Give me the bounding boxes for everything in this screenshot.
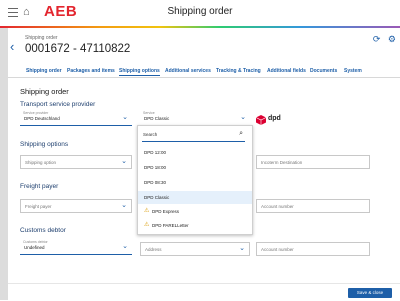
dropdown-option-dpd-1800[interactable]: DPD 18:00 — [138, 161, 252, 174]
freight-payer-placeholder: Freight payer — [25, 204, 52, 209]
tab-system[interactable]: System — [344, 68, 362, 74]
top-bar: ⌂ AEB Shipping order — [0, 0, 400, 27]
page-title: Shipping order — [167, 6, 233, 17]
tab-packages-and-items[interactable]: Packages and items — [67, 68, 115, 74]
sidebar-strip — [0, 28, 8, 300]
option-label: DPD PARELLetter — [152, 223, 189, 228]
section-title: Shipping order — [20, 87, 69, 96]
chevron-down-icon: ⌄ — [121, 202, 127, 209]
customs-debtor-title: Customs debtor — [20, 227, 66, 234]
dropdown-option-dpd-classic[interactable]: DPD Classic — [138, 191, 252, 204]
freight-payer-select[interactable]: Freight payer ⌄ — [20, 199, 132, 213]
dropdown-option-dpd-parelletter[interactable]: ⚠ DPD PARELLetter — [138, 219, 252, 232]
chevron-down-icon: ⌄ — [122, 243, 128, 250]
incoterm-placeholder: Incoterm Destination — [261, 160, 303, 165]
back-chevron-icon[interactable]: ‹ — [10, 39, 14, 54]
save-and-close-button[interactable]: Save & close — [348, 288, 392, 298]
chevron-down-icon: ⌄ — [122, 114, 128, 121]
service-label: Service — [143, 111, 155, 115]
option-label: DPD Express — [152, 209, 180, 214]
service-select[interactable]: Service DPD Classic ⌄ — [140, 111, 250, 126]
footer-bar: Save & close — [8, 283, 400, 301]
freight-account-placeholder: Account number — [261, 204, 294, 209]
service-dropdown: Search ⌕ DPD 12:00 DPD 18:00 DPD 08:30 D… — [137, 125, 253, 235]
service-provider-select[interactable]: Service provider DPD Deutschland ⌄ — [20, 111, 132, 126]
search-placeholder: Search — [143, 132, 158, 137]
dropdown-search-input[interactable]: Search ⌕ — [142, 130, 245, 142]
option-label: DPD 08:30 — [144, 180, 167, 185]
chevron-down-icon: ⌄ — [240, 114, 246, 121]
order-label: Shipping order — [25, 35, 58, 41]
address-placeholder: Address — [145, 247, 162, 252]
warning-icon: ⚠ — [144, 222, 150, 228]
customs-debtor-select[interactable]: Customs debtor Undefined ⌄ — [20, 240, 132, 255]
customs-debtor-label: Customs debtor — [23, 240, 48, 244]
tab-tracking-tracing[interactable]: Tracking & Tracing — [216, 68, 261, 74]
dropdown-option-dpd-1200[interactable]: DPD 12:00 — [138, 146, 252, 159]
option-label: DPD 12:00 — [144, 150, 167, 155]
order-header: ‹ Shipping order 0001672 - 47110822 ⟳ ⚙ — [8, 28, 400, 68]
tab-additional-fields[interactable]: Additional fields — [267, 68, 306, 74]
customs-account-placeholder: Account number — [261, 247, 294, 252]
chevron-down-icon: ⌄ — [239, 245, 245, 252]
settings-icon[interactable]: ⚙ — [388, 34, 396, 44]
customs-debtor-value: Undefined — [24, 245, 45, 250]
address-select[interactable]: Address ⌄ — [140, 242, 250, 256]
freight-account-number-field[interactable]: Account number — [256, 199, 370, 213]
tab-documents[interactable]: Documents — [310, 68, 337, 74]
tab-shipping-options[interactable]: Shipping options — [119, 68, 160, 76]
warning-icon: ⚠ — [144, 208, 150, 214]
dpd-brand-text: dpd — [268, 115, 281, 122]
transport-provider-title: Transport service provider — [20, 101, 96, 108]
freight-payer-title: Freight payer — [20, 183, 59, 190]
shipping-option-placeholder: Shipping option — [25, 160, 57, 165]
service-provider-value: DPD Deutschland — [24, 116, 60, 121]
dpd-cube-icon — [256, 115, 266, 125]
tab-bar: Shipping order Packages and items Shippi… — [8, 66, 400, 78]
tab-shipping-order[interactable]: Shipping order — [26, 68, 62, 74]
order-number: 0001672 - 47110822 — [25, 43, 131, 55]
option-label: DPD 18:00 — [144, 165, 167, 170]
dropdown-option-dpd-0830[interactable]: DPD 08:30 — [138, 176, 252, 189]
tab-additional-services[interactable]: Additional services — [165, 68, 211, 74]
option-label: DPD Classic — [144, 195, 170, 200]
chevron-down-icon: ⌄ — [121, 158, 127, 165]
search-icon[interactable]: ⌕ — [239, 130, 243, 138]
dropdown-option-dpd-express[interactable]: ⚠ DPD Express — [138, 205, 252, 218]
service-value: DPD Classic — [144, 116, 170, 121]
customs-account-number-field[interactable]: Account number — [256, 242, 370, 256]
incoterm-destination-field[interactable]: Incoterm Destination — [256, 155, 370, 169]
shipping-option-select[interactable]: Shipping option ⌄ — [20, 155, 132, 169]
shipping-options-title: Shipping options — [20, 141, 69, 148]
refresh-icon[interactable]: ⟳ — [373, 34, 381, 44]
service-provider-label: Service provider — [23, 111, 49, 115]
